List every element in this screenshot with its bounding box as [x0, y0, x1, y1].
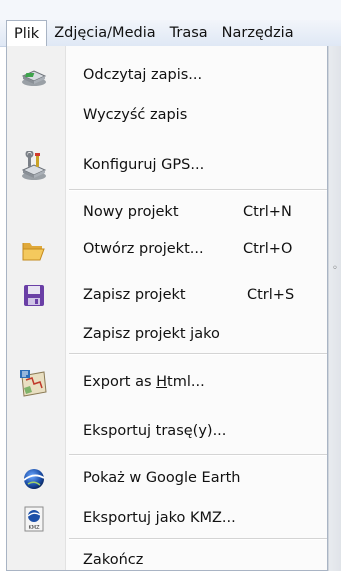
kmz-icon: KMZ	[20, 506, 48, 532]
menu-item-export-html[interactable]: Export as Html...	[7, 368, 327, 398]
menu-narzedzia[interactable]: Narzędzia	[215, 20, 301, 46]
menu-item-label: Export as Html...	[83, 374, 205, 390]
background-window-edge: ◦	[328, 46, 341, 571]
menu-separator	[69, 189, 327, 191]
kmz-icon-text: KMZ	[28, 525, 40, 531]
menu-separator	[69, 454, 327, 456]
menu-item-label: Eksportuj trasę(y)...	[83, 423, 227, 439]
menu-item-label: Wyczyść zapis	[83, 107, 188, 123]
menu-plik[interactable]: Plik	[6, 20, 48, 46]
menu-item-otworz-projekt[interactable]: Otwórz projekt... Ctrl+O	[7, 235, 327, 265]
gps-device-icon	[20, 63, 48, 89]
menu-item-label: Zapisz projekt jako	[83, 326, 220, 342]
menu-item-shortcut: Ctrl+N	[243, 204, 292, 220]
menu-bar: Plik Zdjęcia/Media Trasa Narzędzia	[0, 20, 341, 47]
menu-item-konfiguruj-gps[interactable]: Konfiguruj GPS...	[7, 150, 327, 181]
menu-item-label: Nowy projekt	[83, 204, 179, 220]
menu-item-zapisz-projekt[interactable]: Zapisz projekt Ctrl+S	[7, 281, 327, 311]
menu-item-shortcut: Ctrl+O	[243, 241, 293, 257]
menu-item-nowy-projekt[interactable]: Nowy projekt Ctrl+N	[7, 198, 327, 228]
menu-item-google-earth[interactable]: Pokaż w Google Earth	[7, 464, 327, 494]
menu-item-odczytaj-zapis[interactable]: Odczytaj zapis...	[7, 61, 327, 91]
menu-trasa[interactable]: Trasa	[163, 20, 215, 46]
menu-item-label: Eksportuj jako KMZ...	[83, 510, 236, 526]
menu-separator	[69, 538, 327, 540]
menu-zdjecia-media[interactable]: Zdjęcia/Media	[47, 20, 162, 46]
menu-item-wyczysc-zapis[interactable]: Wyczyść zapis	[7, 101, 327, 131]
menu-item-eksportuj-trase[interactable]: Eksportuj trasę(y)...	[7, 417, 327, 447]
plik-dropdown-menu: Odczytaj zapis... Wyczyść zapis Konfigur…	[6, 46, 328, 571]
menu-item-zakoncz[interactable]: Zakończ	[7, 546, 327, 570]
small-arrow-icon: ◦	[332, 263, 338, 274]
save-icon	[20, 283, 48, 309]
menu-item-label: Zapisz projekt	[83, 287, 186, 303]
menu-item-zapisz-projekt-jako[interactable]: Zapisz projekt jako	[7, 320, 327, 350]
menu-item-label: Zakończ	[83, 552, 144, 568]
menu-item-label: Pokaż w Google Earth	[83, 470, 241, 486]
menu-item-eksportuj-kmz[interactable]: KMZ Eksportuj jako KMZ...	[7, 504, 327, 534]
folder-open-icon	[20, 237, 48, 263]
menu-separator	[69, 353, 327, 355]
menu-item-label: Odczytaj zapis...	[83, 67, 203, 83]
mnemonic-letter: H	[156, 374, 168, 390]
html-map-icon	[18, 368, 50, 398]
menu-item-shortcut: Ctrl+S	[247, 287, 295, 303]
menu-item-label: Konfiguruj GPS...	[83, 157, 205, 173]
menu-item-label: Otwórz projekt...	[83, 241, 204, 257]
gps-configure-icon	[20, 150, 48, 181]
google-earth-icon	[20, 466, 48, 492]
window-top-strip	[0, 0, 341, 20]
